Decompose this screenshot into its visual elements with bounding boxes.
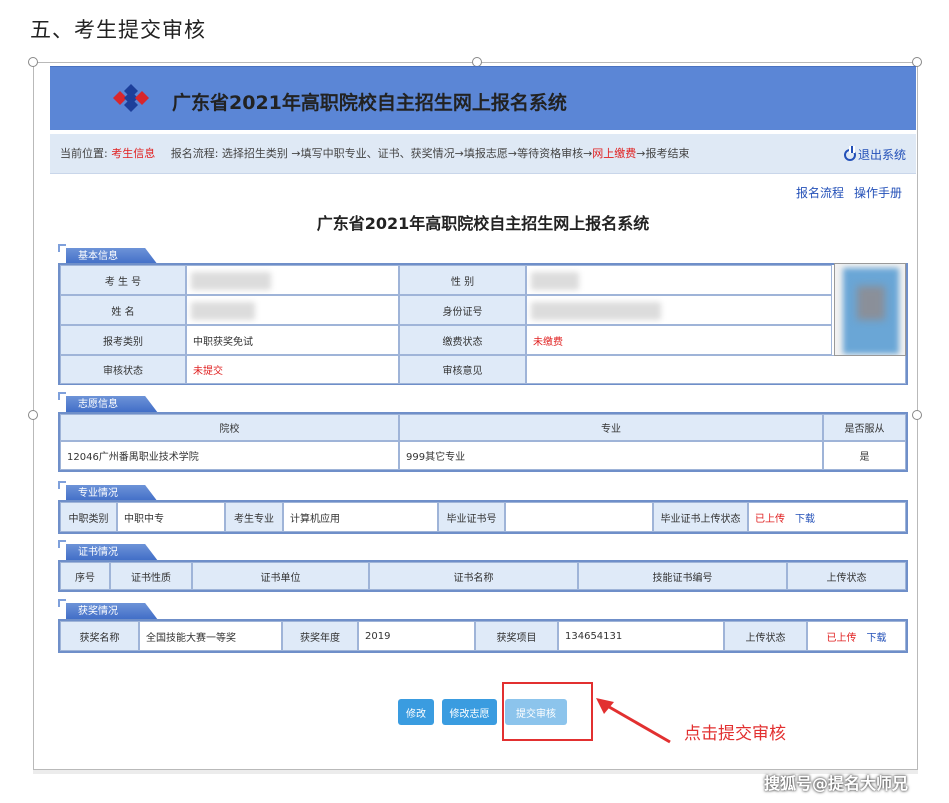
- major-cat-label: 中职类别: [60, 502, 117, 532]
- resize-handle[interactable]: [28, 410, 38, 420]
- name-label: 姓 名: [60, 295, 186, 325]
- section-corner: [58, 481, 66, 489]
- resize-handle[interactable]: [912, 410, 922, 420]
- award-year-label: 获奖年度: [282, 621, 358, 651]
- cert-header-name: 证书名称: [369, 562, 578, 590]
- section-tab-award: 获奖情况: [66, 603, 158, 620]
- section-corner: [58, 540, 66, 548]
- award-upload-label: 上传状态: [724, 621, 807, 651]
- choice-obey-value: 是: [823, 441, 906, 470]
- award-year-value: 2019: [358, 621, 475, 651]
- power-icon: [844, 146, 856, 161]
- cert-no-value: [505, 502, 653, 532]
- exam-no-label: 考 生 号: [60, 265, 186, 295]
- crumb-position-value[interactable]: 考生信息: [111, 147, 155, 160]
- id-number-value: [526, 295, 832, 325]
- crumb-position-label: 当前位置:: [60, 147, 108, 160]
- award-name-value: 全国技能大赛一等奖: [139, 621, 282, 651]
- category-label: 报考类别: [60, 325, 186, 355]
- award-download-link[interactable]: 下载: [867, 629, 887, 644]
- banner-title: 广东省2021年高职院校自主招生网上报名系统: [172, 92, 567, 114]
- name-value: [186, 295, 399, 325]
- system-logo-icon: [113, 84, 149, 112]
- modify-choice-button[interactable]: 修改志愿: [442, 699, 497, 725]
- crumb-flow-prefix: 报名流程: 选择招生类别 →填写中职专业、证书、获奖情况→填报志愿→等待资格审核…: [170, 147, 593, 160]
- section-tab-choice: 志愿信息: [66, 396, 158, 413]
- submit-highlight-box: [502, 682, 593, 741]
- resize-handle[interactable]: [28, 57, 38, 67]
- category-value: 中职获奖免试: [186, 325, 399, 355]
- arrow-icon: [596, 698, 671, 744]
- cert-header-number: 技能证书编号: [578, 562, 787, 590]
- section-corner: [58, 244, 66, 252]
- gender-value: [526, 265, 832, 295]
- section-corner: [58, 599, 66, 607]
- watermark: 搜狐号@提名大师兄: [764, 774, 909, 793]
- callout-text: 点击提交审核: [684, 724, 786, 744]
- audit-opinion-value: [526, 355, 906, 384]
- top-links: 报名流程 操作手册: [796, 184, 912, 201]
- redacted-field: [191, 302, 255, 320]
- major-label: 考生专业: [225, 502, 283, 532]
- award-upload-status: 已上传: [826, 632, 857, 644]
- pay-status-value: 未缴费: [526, 325, 832, 355]
- photo-blur: [857, 286, 885, 320]
- redacted-field: [531, 302, 661, 320]
- cert-header-no: 序号: [60, 562, 110, 590]
- id-number-label: 身份证号: [399, 295, 526, 325]
- modify-button[interactable]: 修改: [398, 699, 434, 725]
- audit-status-label: 审核状态: [60, 355, 186, 384]
- major-value: 计算机应用: [283, 502, 438, 532]
- process-link[interactable]: 报名流程: [796, 186, 844, 200]
- document-heading: 五、考生提交审核: [30, 18, 206, 42]
- choice-header-school: 院校: [60, 414, 399, 441]
- award-item-value: 134654131: [558, 621, 724, 651]
- grad-download-link[interactable]: 下载: [795, 510, 815, 525]
- section-tab-cert: 证书情况: [66, 544, 158, 561]
- award-upload-cell: 已上传 下载: [807, 621, 906, 651]
- redacted-field: [191, 272, 271, 290]
- cert-header-type: 证书性质: [110, 562, 192, 590]
- audit-status-value: 未提交: [186, 355, 399, 384]
- pay-status-label: 缴费状态: [399, 325, 526, 355]
- award-name-label: 获奖名称: [60, 621, 139, 651]
- cert-header-org: 证书单位: [192, 562, 369, 590]
- cert-no-label: 毕业证书号: [438, 502, 505, 532]
- gender-label: 性 别: [399, 265, 526, 295]
- section-corner: [58, 392, 66, 400]
- choice-header-obey: 是否服从: [823, 414, 906, 441]
- crumb-flow-suffix: →报考结束: [636, 147, 690, 160]
- crumb-flow-current: 网上缴费: [592, 147, 637, 160]
- cert-header-upload: 上传状态: [787, 562, 906, 590]
- breadcrumb: 当前位置: 考生信息 报名流程: 选择招生类别 →填写中职专业、证书、获奖情况→…: [50, 134, 916, 174]
- redacted-field: [531, 272, 579, 290]
- page-title: 广东省2021年高职院校自主招生网上报名系统: [316, 214, 650, 233]
- choice-major-value: 999其它专业: [399, 441, 823, 470]
- choice-school-value: 12046广州番禺职业技术学院: [60, 441, 399, 470]
- manual-link[interactable]: 操作手册: [854, 186, 902, 200]
- logout-button[interactable]: 退出系统: [844, 146, 906, 163]
- exam-no-value: [186, 265, 399, 295]
- choice-header-major: 专业: [399, 414, 823, 441]
- grad-upload-cell: 已上传 下载: [748, 502, 906, 532]
- grad-upload-status: 已上传: [755, 513, 785, 525]
- applicant-photo: [834, 263, 906, 356]
- audit-opinion-label: 审核意见: [399, 355, 526, 384]
- grad-upload-label: 毕业证书上传状态: [653, 502, 748, 532]
- logout-label: 退出系统: [858, 148, 907, 162]
- major-cat-value: 中职中专: [117, 502, 225, 532]
- award-item-label: 获奖项目: [475, 621, 558, 651]
